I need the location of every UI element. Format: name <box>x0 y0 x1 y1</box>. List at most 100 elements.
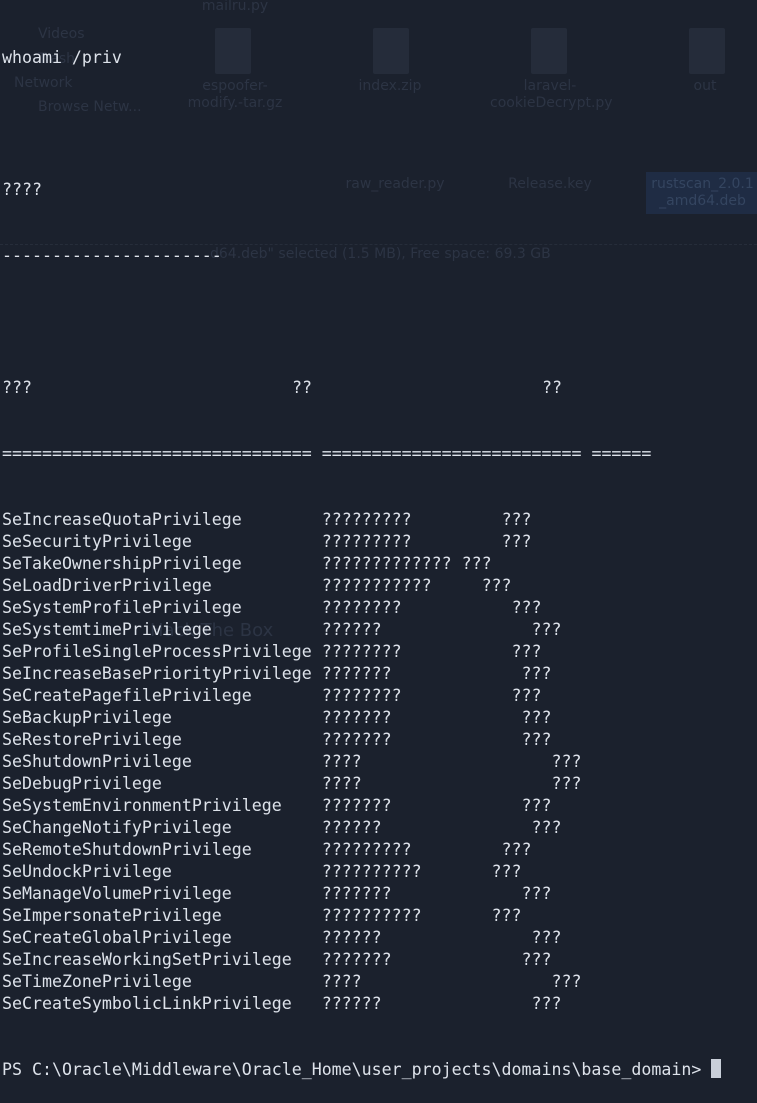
privilege-description: ??????? <box>321 796 392 815</box>
privilege-name: SeSecurityPrivilege <box>2 532 192 551</box>
privilege-description: ???????? <box>321 642 402 661</box>
privilege-description: ?????????? <box>321 906 422 925</box>
column-headers: ??????? <box>2 377 721 399</box>
privilege-description: ??????????? <box>321 576 432 595</box>
privilege-state: ??? <box>491 906 522 925</box>
privilege-state: ??? <box>531 818 562 837</box>
privilege-row: SeRestorePrivilege ??????? ??? <box>2 729 721 751</box>
privilege-description: ???????? <box>321 686 402 705</box>
privilege-name: SeShutdownPrivilege <box>2 752 192 771</box>
privilege-name: SeDebugPrivilege <box>2 774 162 793</box>
privilege-description: ???? <box>321 774 362 793</box>
privilege-description: ?????? <box>321 620 382 639</box>
privilege-state: ??? <box>551 752 582 771</box>
privilege-name: SeIncreaseWorkingSetPrivilege <box>2 950 292 969</box>
terminal-output[interactable]: whoami /priv ???? ----------------------… <box>2 3 722 1103</box>
privilege-table: SeIncreaseQuotaPrivilege ????????? ??? Se… <box>2 509 721 1015</box>
separator: =============================== <box>2 444 312 463</box>
section-underline: ---------------------- <box>2 246 222 265</box>
privilege-row: SeUndockPrivilege ?????????? ??? <box>2 861 721 883</box>
privilege-description: ??????? <box>321 884 392 903</box>
separator: ====== <box>591 444 652 463</box>
privilege-description: ????????? <box>321 510 412 529</box>
privilege-name: SeImpersonatePrivilege <box>2 906 222 925</box>
privilege-row: SeTimeZonePrivilege ???? ??? <box>2 971 721 993</box>
command-line: whoami /priv <box>2 48 122 67</box>
privilege-state: ??? <box>521 950 552 969</box>
privilege-row: SeChangeNotifyPrivilege ?????? ??? <box>2 817 721 839</box>
privilege-state: ??? <box>521 708 552 727</box>
privilege-state: ??? <box>501 532 532 551</box>
privilege-row: SeImpersonatePrivilege ?????????? ??? <box>2 905 721 927</box>
privilege-row: SeCreatePagefilePrivilege ???????? ??? <box>2 685 721 707</box>
privilege-description: ?????? <box>321 994 382 1013</box>
privilege-row: SeSecurityPrivilege ????????? ??? <box>2 531 721 553</box>
privilege-state: ??? <box>521 884 552 903</box>
privilege-row: SeSystemProfilePrivilege ???????? ??? <box>2 597 721 619</box>
privilege-name: SeRestorePrivilege <box>2 730 182 749</box>
privilege-state: ??? <box>511 686 542 705</box>
privilege-state: ??? <box>481 576 512 595</box>
section-title: ???? <box>2 180 42 199</box>
privilege-description: ?????? <box>321 928 382 947</box>
privilege-state: ??? <box>521 796 552 815</box>
privilege-name: SeLoadDriverPrivilege <box>2 576 212 595</box>
privilege-state: ??? <box>521 664 552 683</box>
privilege-name: SeBackupPrivilege <box>2 708 172 727</box>
privilege-description: ??????? <box>321 708 392 727</box>
privilege-description: ???? <box>321 752 362 771</box>
privilege-description: ????????????? <box>321 554 452 573</box>
privilege-name: SeCreateSymbolicLinkPrivilege <box>2 994 292 1013</box>
privilege-description: ??????? <box>321 950 392 969</box>
privilege-name: SeSystemEnvironmentPrivilege <box>2 796 282 815</box>
privilege-name: SeUndockPrivilege <box>2 862 172 881</box>
privilege-description: ???????? <box>321 598 402 617</box>
privilege-state: ??? <box>501 510 532 529</box>
privilege-name: SeTakeOwnershipPrivilege <box>2 554 242 573</box>
privilege-description: ??????? <box>321 730 392 749</box>
header-state: ?? <box>541 378 562 397</box>
privilege-name: SeCreateGlobalPrivilege <box>2 928 232 947</box>
privilege-state: ??? <box>501 840 532 859</box>
privilege-row: SeManageVolumePrivilege ??????? ??? <box>2 883 721 905</box>
separator: ========================== <box>321 444 582 463</box>
privilege-row: SeIncreaseQuotaPrivilege ????????? ??? <box>2 509 721 531</box>
privilege-row: SeIncreaseWorkingSetPrivilege ??????? ??… <box>2 949 721 971</box>
privilege-row: SeCreateGlobalPrivilege ?????? ??? <box>2 927 721 949</box>
header-description: ?? <box>291 378 312 397</box>
privilege-row: SeSystemEnvironmentPrivilege ??????? ??? <box>2 795 721 817</box>
privilege-state: ??? <box>491 862 522 881</box>
privilege-row: SeBackupPrivilege ??????? ??? <box>2 707 721 729</box>
privilege-name: SeSystemProfilePrivilege <box>2 598 242 617</box>
privilege-name: SeSystemtimePrivilege <box>2 620 212 639</box>
privilege-description: ????????? <box>321 532 412 551</box>
privilege-row: SeProfileSingleProcessPrivilege ????????… <box>2 641 721 663</box>
privilege-description: ?????? <box>321 818 382 837</box>
prompt-line[interactable]: PS C:\Oracle\Middleware\Oracle_Home\user… <box>2 1059 722 1081</box>
privilege-row: SeIncreaseBasePriorityPrivilege ??????? … <box>2 663 721 685</box>
privilege-name: SeIncreaseQuotaPrivilege <box>2 510 242 529</box>
privilege-description: ??????? <box>321 664 392 683</box>
column-separators: =============================== ========… <box>2 443 721 465</box>
privilege-name: SeManageVolumePrivilege <box>2 884 232 903</box>
privilege-state: ??? <box>511 642 542 661</box>
privilege-row: SeSystemtimePrivilege ?????? ??? <box>2 619 721 641</box>
privilege-name: SeChangeNotifyPrivilege <box>2 818 232 837</box>
privilege-description: ????????? <box>321 840 412 859</box>
privilege-row: SeLoadDriverPrivilege ??????????? ??? <box>2 575 721 597</box>
text-cursor <box>711 1059 722 1078</box>
privilege-row: SeDebugPrivilege ???? ??? <box>2 773 721 795</box>
privilege-state: ??? <box>531 994 562 1013</box>
privilege-state: ??? <box>551 972 582 991</box>
privilege-row: SeShutdownPrivilege ???? ??? <box>2 751 721 773</box>
privilege-name: SeRemoteShutdownPrivilege <box>2 840 252 859</box>
prompt: PS C:\Oracle\Middleware\Oracle_Home\user… <box>2 1060 712 1079</box>
privilege-state: ??? <box>461 554 492 573</box>
privilege-state: ??? <box>531 928 562 947</box>
privilege-state: ??? <box>531 620 562 639</box>
privilege-state: ??? <box>551 774 582 793</box>
privilege-state: ??? <box>521 730 552 749</box>
privilege-name: SeProfileSingleProcessPrivilege <box>2 642 312 661</box>
